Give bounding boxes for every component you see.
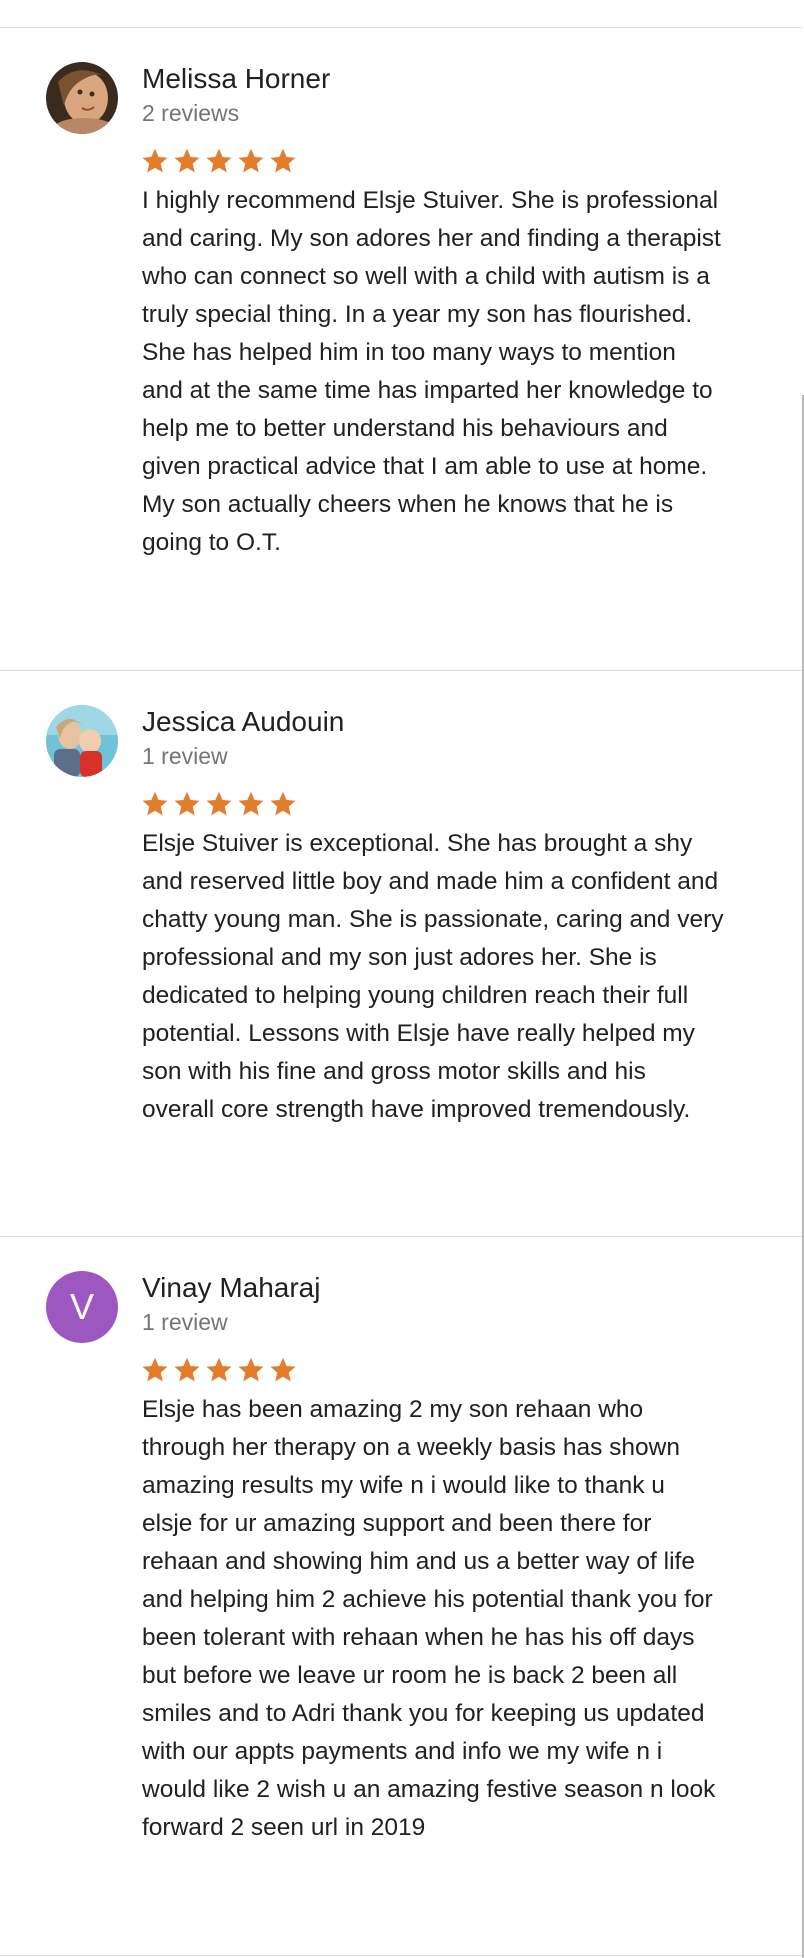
star-icon: [204, 1355, 236, 1387]
review-card: Melissa Horner 2 reviews I highly recomm…: [0, 28, 802, 671]
star-icon: [204, 146, 236, 178]
avatar[interactable]: V: [46, 1271, 118, 1343]
star-icon: [268, 1355, 300, 1387]
review-text: Elsje Stuiver is exceptional. She has br…: [142, 830, 724, 1123]
star-icon: [236, 789, 268, 821]
review-card: V Vinay Maharaj 1 review Elsje has been …: [0, 1237, 802, 1956]
star-rating: [140, 789, 300, 821]
reviewer-name[interactable]: Jessica Audouin: [142, 705, 344, 739]
star-icon: [172, 146, 204, 178]
review-text: I highly recommend Elsje Stuiver. She is…: [142, 187, 721, 556]
review-card: Jessica Audouin 1 review Elsje Stuiver i…: [0, 671, 802, 1237]
avatar[interactable]: [46, 62, 118, 134]
review-count[interactable]: 1 review: [142, 741, 228, 771]
reviewer-name[interactable]: Melissa Horner: [142, 62, 330, 96]
star-rating: [140, 1355, 300, 1387]
star-icon: [140, 789, 172, 821]
star-icon: [172, 1355, 204, 1387]
star-icon: [172, 789, 204, 821]
star-icon: [204, 789, 236, 821]
review-count[interactable]: 2 reviews: [142, 98, 239, 128]
reviewer-name[interactable]: Vinay Maharaj: [142, 1271, 320, 1305]
star-icon: [140, 146, 172, 178]
star-icon: [268, 146, 300, 178]
review-text: Elsje has been amazing 2 my son rehaan w…: [142, 1396, 716, 1841]
avatar[interactable]: [46, 705, 118, 777]
star-icon: [268, 789, 300, 821]
avatar-photo: [46, 62, 118, 134]
avatar-photo: [46, 705, 118, 777]
star-icon: [236, 1355, 268, 1387]
review-count[interactable]: 1 review: [142, 1307, 228, 1337]
star-rating: [140, 146, 300, 178]
star-icon: [236, 146, 268, 178]
star-icon: [140, 1355, 172, 1387]
